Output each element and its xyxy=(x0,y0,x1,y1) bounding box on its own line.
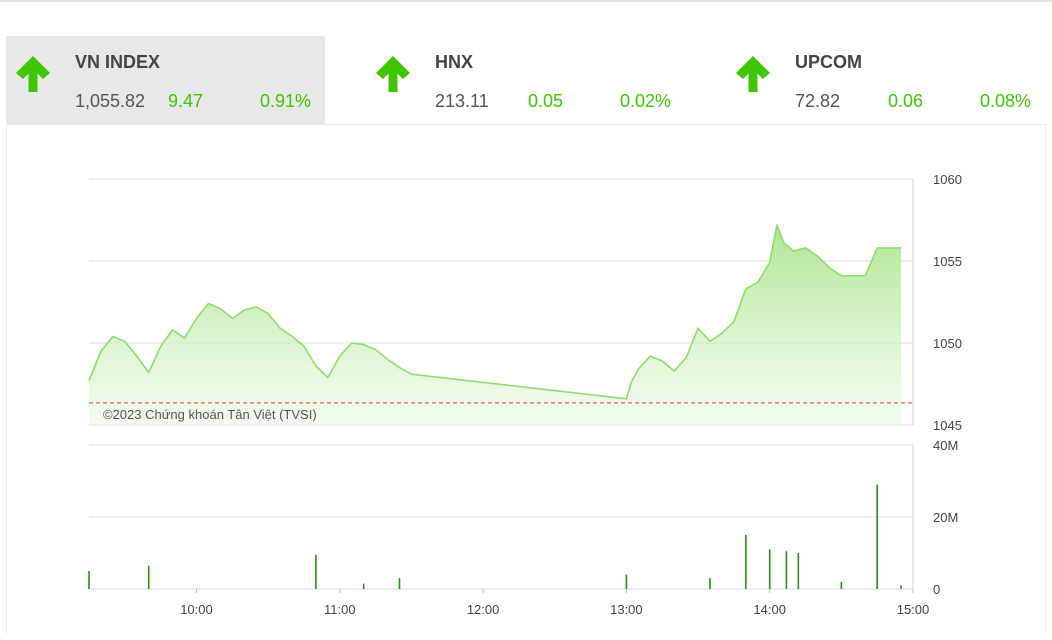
index-change: 0.06 xyxy=(888,91,924,111)
index-tabs: VN INDEX 1,055.82 9.47 0.91% HNX 213.11 … xyxy=(6,36,1046,124)
watermark: ©2023 Chứng khoán Tân Việt (TVSI) xyxy=(103,407,317,422)
chart-panel: 1060 1055 1050 1045 ©2023 Chứng khoán Tân Vi… xyxy=(6,124,1046,634)
index-name: UPCOM xyxy=(795,52,862,72)
index-name: VN INDEX xyxy=(75,52,161,72)
index-name: HNX xyxy=(435,52,474,72)
time-axis-label: 14:00 xyxy=(753,602,786,617)
price-axis-label: 1055 xyxy=(933,254,962,269)
time-axis-label: 10:00 xyxy=(180,602,213,617)
index-percent: 0.02% xyxy=(620,91,672,111)
tab-upcom[interactable]: UPCOM 72.82 0.06 0.08% xyxy=(726,36,1045,124)
tab-vn-index[interactable]: VN INDEX 1,055.82 9.47 0.91% xyxy=(6,36,325,124)
intraday-chart: 1060 1055 1050 1045 ©2023 Chứng khoán Tân Vi… xyxy=(88,172,962,617)
time-axis-label: 11:00 xyxy=(324,602,356,617)
index-change: 9.47 xyxy=(168,91,204,111)
up-arrow-icon xyxy=(16,56,50,92)
price-area xyxy=(89,224,902,425)
index-price: 72.82 xyxy=(795,91,841,111)
price-axis-label: 1050 xyxy=(933,336,962,351)
index-percent: 0.91% xyxy=(260,91,312,111)
price-axis-label: 1045 xyxy=(933,418,962,433)
top-divider xyxy=(0,0,1052,2)
time-axis-label: 12:00 xyxy=(467,602,500,617)
volume-axis-label: 40M xyxy=(933,438,958,453)
volume-axis-label: 20M xyxy=(933,510,958,525)
index-change: 0.05 xyxy=(528,91,564,111)
up-arrow-icon xyxy=(736,56,770,92)
price-axis-label: 1060 xyxy=(933,172,962,187)
index-price: 213.11 xyxy=(435,91,489,111)
up-arrow-icon xyxy=(376,56,410,92)
time-axis-label: 15:00 xyxy=(897,602,930,617)
index-percent: 0.08% xyxy=(980,91,1032,111)
time-axis-label: 13:00 xyxy=(610,602,643,617)
volume-axis-label: 0 xyxy=(933,582,940,597)
tab-hnx[interactable]: HNX 213.11 0.05 0.02% xyxy=(366,36,685,124)
index-price: 1,055.82 xyxy=(75,91,146,111)
